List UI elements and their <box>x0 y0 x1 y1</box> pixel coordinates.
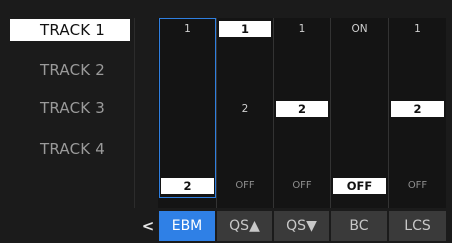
tab-qs-down[interactable]: QS▼ <box>274 211 329 241</box>
cell-qs-down-bottom[interactable]: OFF <box>276 178 328 194</box>
track-2-label[interactable]: TRACK 2 <box>10 59 130 81</box>
track-4-label[interactable]: TRACK 4 <box>10 138 130 160</box>
column-divider <box>330 18 331 208</box>
cell-lcs-track-1[interactable]: 1 <box>391 21 444 37</box>
cell-qs-up-track-1[interactable]: 1 <box>219 21 271 37</box>
column-divider <box>388 18 389 208</box>
column-divider <box>216 18 217 208</box>
selected-column-frame <box>159 18 216 198</box>
column-divider <box>273 18 274 208</box>
cell-qs-up-bottom[interactable]: OFF <box>219 178 271 194</box>
cell-lcs-bottom[interactable]: OFF <box>391 178 444 194</box>
cell-ebm-bottom[interactable]: 2 <box>161 178 214 194</box>
tab-lcs[interactable]: LCS <box>389 211 446 241</box>
cell-qs-down-track-1[interactable]: 1 <box>276 21 328 37</box>
grid-left-divider <box>134 18 135 208</box>
cell-bc-bottom[interactable]: OFF <box>333 178 386 194</box>
chevron-left-icon[interactable]: < <box>140 211 156 241</box>
track-3-label[interactable]: TRACK 3 <box>10 97 130 119</box>
cell-qs-down-track-3[interactable]: 2 <box>276 101 328 117</box>
tab-qs-up[interactable]: QS▲ <box>217 211 272 241</box>
track-1-label[interactable]: TRACK 1 <box>10 19 130 41</box>
cell-qs-up-track-3[interactable]: 2 <box>219 101 271 117</box>
cell-lcs-track-3[interactable]: 2 <box>391 101 444 117</box>
tab-bc[interactable]: BC <box>331 211 387 241</box>
tab-ebm[interactable]: EBM <box>159 211 215 241</box>
cell-ebm-track-1[interactable]: 1 <box>161 21 214 37</box>
cell-bc-track-1[interactable]: ON <box>333 21 386 37</box>
